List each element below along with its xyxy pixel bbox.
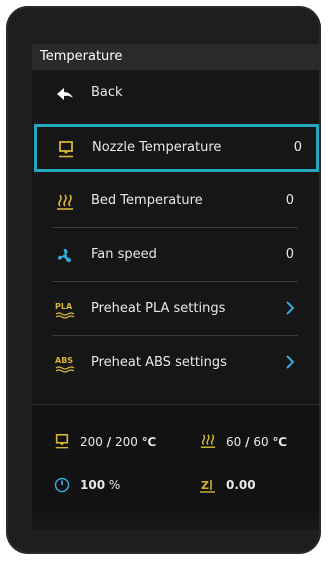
nozzle-icon (57, 140, 75, 158)
divider (52, 227, 298, 228)
nozzle-status: 200 / 200 ℃ (80, 435, 156, 449)
nozzle-temperature-label: Nozzle Temperature (92, 140, 222, 155)
fan-speed-value: 0 (285, 247, 294, 262)
nozzle-temperature-value: 0 (293, 140, 302, 155)
chevron-right-icon (284, 354, 296, 374)
menu-item-bed-temperature[interactable]: Bed Temperature 0 (36, 178, 306, 226)
back-label: Back (91, 85, 123, 100)
bed-status: 60 / 60 ℃ (226, 435, 287, 449)
z-axis-icon: Z (200, 477, 216, 496)
z-offset-value: 0.00 (226, 478, 256, 492)
fan-status-unit: % (108, 478, 121, 492)
nozzle-current-temp: 200 (80, 435, 103, 449)
divider (52, 335, 298, 336)
page-title: Temperature (32, 44, 319, 70)
abs-icon: ABS (55, 355, 78, 373)
pla-icon: PLA (55, 301, 78, 319)
menu-item-preheat-pla[interactable]: PLA Preheat PLA settings (36, 286, 306, 334)
fan-speed-label: Fan speed (91, 247, 157, 262)
back-arrow-icon (56, 85, 74, 103)
separator: / (106, 435, 112, 449)
nozzle-status-icon (54, 433, 70, 452)
fan-icon (56, 247, 74, 265)
fan-status-value: 100 (80, 478, 106, 492)
bed-temperature-label: Bed Temperature (91, 193, 203, 208)
back-button[interactable]: Back (36, 70, 306, 118)
bed-current-temp: 60 (226, 435, 242, 449)
heated-bed-icon (56, 193, 74, 211)
divider (52, 281, 298, 282)
preheat-abs-label: Preheat ABS settings (91, 355, 227, 370)
status-panel: 200 / 200 ℃ 60 / 60 ℃ 100 % Z 0.00 (32, 404, 319, 513)
svg-text:Z: Z (201, 479, 209, 492)
menu-item-fan-speed[interactable]: Fan speed 0 (36, 232, 306, 280)
temperature-unit: ℃ (141, 435, 157, 449)
preheat-pla-label: Preheat PLA settings (91, 301, 226, 316)
bed-target-temp: 60 (253, 435, 269, 449)
fan-status: 100 % (80, 478, 120, 492)
menu-item-nozzle-temperature[interactable]: Nozzle Temperature 0 (34, 124, 319, 172)
temperature-unit: ℃ (272, 435, 287, 449)
bed-temperature-value: 0 (285, 193, 294, 208)
fan-gauge-icon (54, 477, 70, 496)
chevron-right-icon (284, 300, 296, 320)
menu-item-preheat-abs[interactable]: ABS Preheat ABS settings (36, 340, 306, 388)
separator: / (245, 435, 250, 449)
nozzle-target-temp: 200 (114, 435, 138, 449)
bed-status-icon (200, 433, 216, 452)
